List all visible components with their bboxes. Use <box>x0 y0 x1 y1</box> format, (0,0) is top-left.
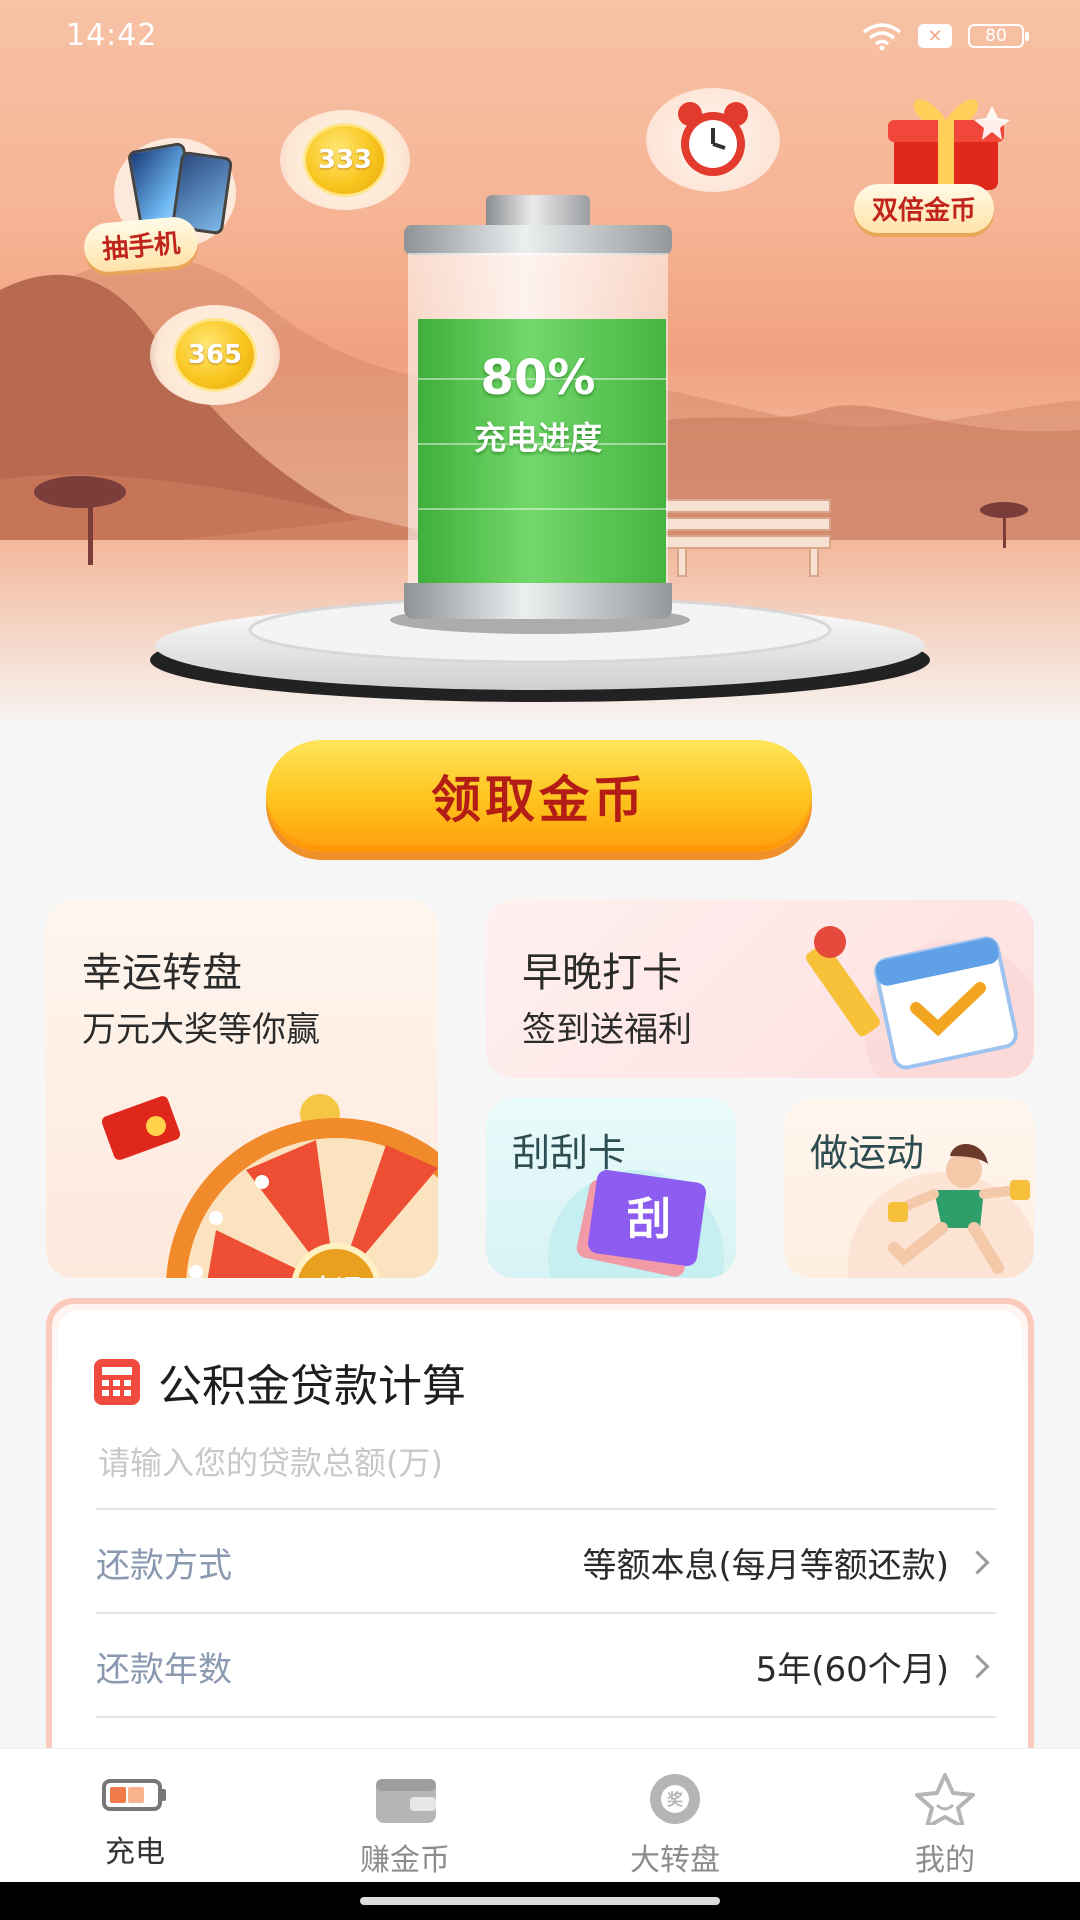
status-bar: 14:42 ✕ 80 <box>0 0 1080 76</box>
calculator-icon <box>94 1359 140 1405</box>
nav-label: 我的 <box>915 1843 975 1878</box>
scratch-ticket-icon: 刮 <box>548 1170 724 1278</box>
loan-calculator-body: 公积金贷款计算 还款方式 等额本息(每月等额还款) 还款年数 5年(60个月) <box>58 1310 1022 1772</box>
battery-segment-line <box>418 508 666 510</box>
wallet-icon <box>376 1779 436 1823</box>
checkin-title: 早晚打卡 <box>522 950 682 996</box>
repayment-method-row[interactable]: 还款方式 等额本息(每月等额还款) <box>96 1512 996 1612</box>
repayment-years-value: 5年(60个月) <box>755 1649 949 1690</box>
gesture-bar <box>0 1882 1080 1920</box>
checkin-subtitle: 签到送福利 <box>522 1010 692 1050</box>
status-battery-icon: 80 <box>968 24 1029 48</box>
battery-progress-label: 充电进度 <box>473 419 602 457</box>
nav-label: 大转盘 <box>630 1843 720 1878</box>
alarm-clock-icon <box>678 102 748 176</box>
coin-icon: 365 <box>173 318 257 392</box>
calendar-icon <box>806 926 1034 1078</box>
repayment-years-label: 还款年数 <box>96 1649 232 1690</box>
coin-bubble-365[interactable]: 365 <box>150 305 280 405</box>
coin-icon: 333 <box>303 123 387 197</box>
battery-cap <box>486 195 590 227</box>
nav-label: 赚金币 <box>360 1843 450 1878</box>
nav-item-wheel[interactable]: 奖 大转盘 <box>540 1749 810 1883</box>
battery-top-band <box>404 225 672 255</box>
exercise-card[interactable]: 做运动 <box>784 1098 1034 1278</box>
alarm-clock-button[interactable] <box>646 88 780 192</box>
no-sim-icon: ✕ <box>918 24 952 48</box>
lucky-wheel-card[interactable]: 幸运转盘 万元大奖等你赢 幸运 <box>46 900 438 1278</box>
runner-icon <box>848 1144 1034 1278</box>
chevron-right-icon <box>965 1549 990 1575</box>
claim-coins-button[interactable]: 领取金币 <box>266 740 812 852</box>
repayment-method-label: 还款方式 <box>96 1545 232 1586</box>
battery-icon <box>102 1779 166 1811</box>
status-time: 14:42 <box>66 18 158 53</box>
coin-bubble-333[interactable]: 333 <box>280 110 410 210</box>
prize-wheel-icon: 奖 <box>650 1774 700 1824</box>
hero-banner: 14:42 ✕ 80 抽手机 333 365 双倍金币 80% 充电进度 <box>0 0 1080 720</box>
gift-box-icon <box>888 99 1010 190</box>
status-icons: ✕ 80 <box>862 22 1029 50</box>
double-coins-button[interactable]: 双倍金币 <box>852 86 1038 236</box>
svg-text:奖: 奖 <box>667 1790 684 1809</box>
home-indicator[interactable] <box>360 1897 720 1905</box>
repayment-years-row[interactable]: 还款年数 5年(60个月) <box>96 1616 996 1716</box>
lottery-phone-button[interactable]: 抽手机 <box>82 128 264 278</box>
scratch-card-card[interactable]: 刮刮卡 刮 <box>486 1098 736 1278</box>
scratch-badge-text: 刮 <box>627 1194 671 1245</box>
divider <box>96 1612 996 1614</box>
star-icon <box>915 1773 975 1825</box>
battery-bottom-band <box>404 583 672 619</box>
divider <box>96 1508 996 1510</box>
loan-amount-input[interactable] <box>96 1432 1000 1494</box>
divider <box>96 1716 996 1718</box>
lucky-badge-text: 幸运 <box>310 1275 362 1278</box>
bottom-nav: 充电 赚金币 奖 大转盘 我的 <box>0 1748 1080 1883</box>
nav-label: 充电 <box>105 1835 165 1870</box>
nav-item-earn-coins[interactable]: 赚金币 <box>270 1749 540 1883</box>
chevron-right-icon <box>965 1653 990 1679</box>
loan-calculator-title: 公积金贷款计算 <box>158 1361 466 1412</box>
repayment-method-value: 等额本息(每月等额还款) <box>582 1545 949 1586</box>
double-coins-label: 双倍金币 <box>854 184 995 233</box>
wifi-icon <box>862 23 902 50</box>
checkin-card[interactable]: 早晚打卡 签到送福利 <box>486 900 1034 1078</box>
nav-item-charge[interactable]: 充电 <box>0 1749 270 1883</box>
loan-calculator-header: 公积金贷款计算 <box>94 1350 466 1414</box>
loan-calculator-panel: 公积金贷款计算 还款方式 等额本息(每月等额还款) 还款年数 5年(60个月) <box>46 1298 1034 1778</box>
nav-item-mine[interactable]: 我的 <box>810 1749 1080 1883</box>
lottery-phone-label: 抽手机 <box>82 215 200 274</box>
battery-percent: 80% <box>480 350 596 406</box>
prize-wheel-icon: 幸运 <box>101 1094 438 1278</box>
charging-battery: 80% 充电进度 <box>404 195 672 625</box>
